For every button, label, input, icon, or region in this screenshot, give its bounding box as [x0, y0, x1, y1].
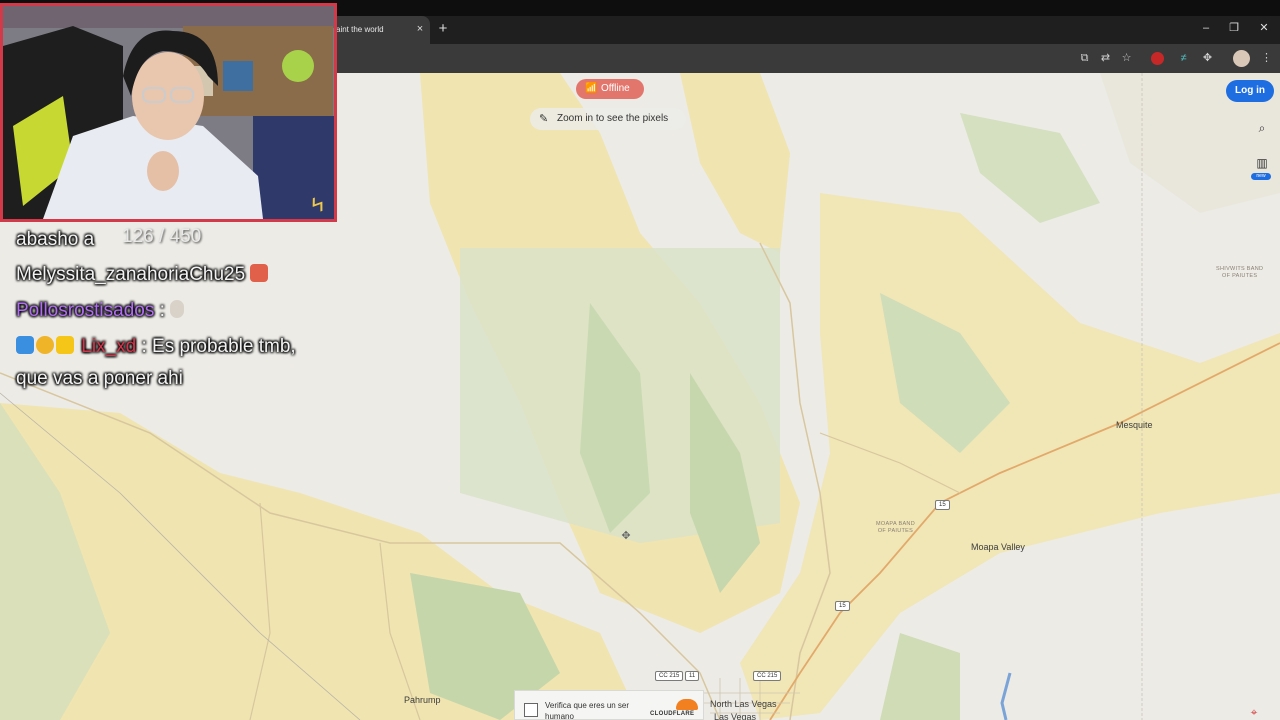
offline-status-pill: 📶 Offline	[576, 79, 644, 99]
chat-message: que vas a poner ahi	[16, 368, 183, 390]
mountain-range	[960, 113, 1100, 223]
route-shield: CC 215	[655, 671, 684, 681]
screen: aint the world × + – ❐ ✕ ⧉ ⇄ ☆ ≠ ✥ ⋮ Mes…	[0, 0, 1280, 720]
tab-close-button[interactable]: ×	[414, 21, 426, 37]
cloudflare-logo: CLOUDFLARE	[650, 699, 700, 719]
chat-message: Pollosrostisados :	[16, 300, 186, 322]
chat-text: que vas a poner ahi	[16, 368, 183, 389]
crosshair-cursor-icon: ✥	[621, 530, 631, 542]
extensions-puzzle-icon[interactable]: ✥	[1199, 50, 1216, 67]
chat-text: : Es probable tmb,	[136, 336, 296, 357]
desert-region	[680, 73, 790, 253]
search-zoom-icon[interactable]: ⌕	[1252, 118, 1272, 138]
chat-text: abasho a	[16, 229, 95, 250]
wifi-off-icon: 📶	[585, 83, 598, 94]
extension-red-icon[interactable]	[1151, 52, 1164, 65]
label-shivwits-band: SHIVWITS BAND OF PAIUTES	[1216, 266, 1264, 279]
zoom-hint-label: Zoom in to see the pixels	[557, 113, 669, 124]
pencil-icon: ✎	[539, 113, 549, 125]
place-label-north-las-vegas: North Las Vegas	[710, 699, 777, 709]
chat-username: Lix_xd	[81, 336, 137, 357]
menu-kebab-icon[interactable]: ⋮	[1258, 50, 1275, 67]
offline-label: Offline	[601, 83, 630, 94]
emote-icon	[170, 300, 185, 318]
captcha-checkbox[interactable]	[524, 703, 538, 717]
mountain-range	[880, 633, 960, 720]
bookmark-star-icon[interactable]: ☆	[1118, 50, 1135, 67]
streamer-webcam	[0, 3, 337, 222]
cloudflare-wordmark: CLOUDFLARE	[650, 711, 695, 717]
place-label-las-vegas: Las Vegas	[714, 712, 757, 720]
badge-icon	[36, 336, 54, 354]
install-app-icon[interactable]: ⧉	[1076, 50, 1093, 67]
zoom-hint-pill: ✎ Zoom in to see the pixels	[530, 108, 686, 130]
label-moapa-band: MOAPA BAND OF PAIUTES	[876, 521, 915, 534]
close-window-button[interactable]: ✕	[1254, 18, 1274, 38]
interstate-shield: 11	[685, 671, 700, 681]
maximize-button[interactable]: ❐	[1224, 18, 1244, 38]
interstate-shield: 15	[835, 601, 850, 611]
interstate-shield: 15	[935, 500, 950, 510]
minimize-button[interactable]: –	[1196, 18, 1216, 38]
new-badge: new	[1251, 173, 1271, 180]
chat-message: abasho a	[16, 229, 94, 251]
chat-message: Melyssita_zanahoriaChu25	[16, 264, 270, 286]
cloudflare-cloud-icon	[676, 699, 698, 710]
crown-badge-icon	[56, 336, 74, 354]
captcha-widget: Verifica que eres un ser humano CLOUDFLA…	[514, 690, 704, 720]
emote-icon	[250, 264, 269, 282]
place-label-moapa-valley: Moapa Valley	[971, 542, 1025, 552]
new-tab-button[interactable]: +	[436, 20, 450, 38]
login-button[interactable]: Log in	[1226, 80, 1274, 102]
chat-username: Pollosrostisados	[16, 300, 155, 321]
route-shield: CC 215	[753, 671, 782, 681]
chat-separator: :	[154, 300, 165, 321]
extension-teal-icon[interactable]: ≠	[1175, 50, 1192, 67]
webcam-image	[3, 6, 334, 219]
place-label-pahrump: Pahrump	[404, 695, 441, 705]
chat-message: Lix_xd : Es probable tmb,	[16, 336, 296, 358]
captcha-text: Verifica que eres un ser humano	[545, 701, 630, 720]
place-label-mesquite: Mesquite	[1116, 420, 1153, 430]
badge-icon	[16, 336, 34, 354]
locate-icon[interactable]: ⌖	[1244, 704, 1264, 720]
profile-avatar-icon[interactable]	[1233, 50, 1250, 67]
chat-text: Melyssita_zanahoriaChu25	[16, 264, 246, 285]
translate-icon[interactable]: ⇄	[1097, 50, 1114, 67]
lake	[1000, 672, 1012, 720]
pixel-counter: 126 / 450	[122, 226, 202, 247]
leaderboard-icon[interactable]: ▥	[1252, 153, 1272, 173]
